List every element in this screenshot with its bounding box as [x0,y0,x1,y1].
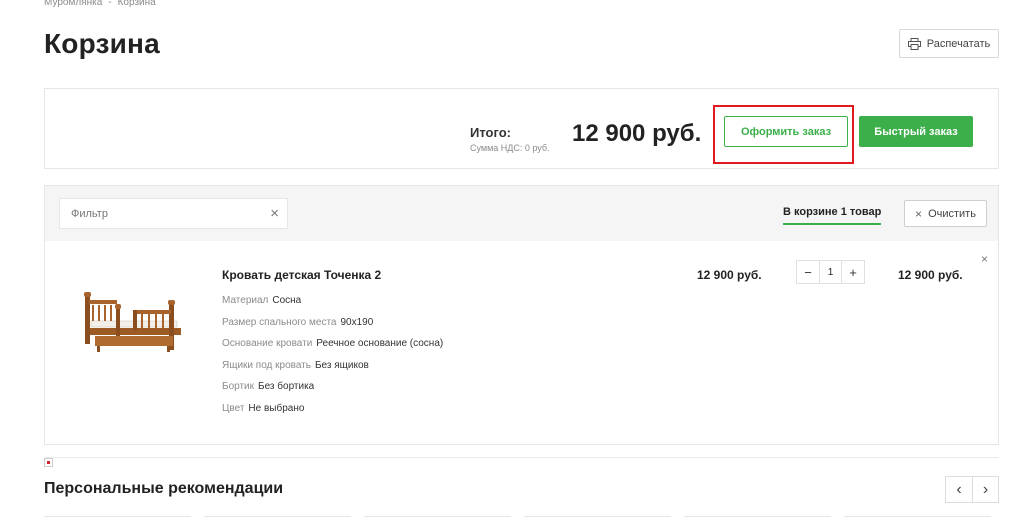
total-label: Итого: [470,125,511,140]
property-key: Основание кровати [222,338,313,349]
filter-field: × [59,198,288,229]
property-row: Основание кровати Реечное основание (сосн… [222,337,443,359]
property-value: Реечное основание (сосна) [316,338,444,349]
property-value: Сосна [272,295,302,306]
property-key: Материал [222,295,269,306]
product-name[interactable]: Кровать детская Точенка 2 [222,268,381,282]
recommendation-card[interactable] [524,516,671,520]
property-value: 90х190 [340,316,374,328]
property-row: Ящики под кровать Без ящиков [222,359,443,381]
broken-image-icon [44,458,53,467]
order-summary: Итого: Сумма НДС: 0 руб. 12 900 руб. Офо… [44,88,999,169]
basket-toolbar: × В корзине 1 товар × Очистить [45,186,998,241]
line-total-price: 12 900 руб. [898,268,963,282]
checkout-button[interactable]: Оформить заказ [724,116,848,147]
recommendation-card[interactable] [204,516,351,520]
fast-order-button[interactable]: Быстрый заказ [859,116,973,147]
property-key: Бортик [222,381,255,392]
tab-in-cart[interactable]: В корзине 1 товар [783,206,882,225]
total-price: 12 900 руб. [572,120,702,147]
quantity-stepper: − 1 + [796,260,865,284]
unit-price: 12 900 руб. [697,268,762,282]
breadcrumb: Муромлянка - Корзина [44,0,156,8]
close-icon: × [915,206,923,221]
print-label: Распечатать [926,37,991,50]
clear-cart-label: Очистить [928,207,976,220]
breadcrumb-item-cart[interactable]: Корзина [118,0,156,8]
property-value: Без ящиков [314,359,369,371]
recommendation-card[interactable] [844,516,991,520]
carousel-nav: ‹ › [945,476,999,503]
property-key: Ящики под кровать [222,359,311,371]
chevron-left-icon[interactable]: ‹ [946,477,972,502]
property-key: Цвет [222,402,245,414]
minus-icon[interactable]: − [797,261,819,283]
product-properties: Материал Сосна Размер спального места 90х1… [222,294,443,423]
recommendation-card[interactable] [684,516,831,520]
recommendations-title: Персональные рекомендации [44,480,284,497]
property-row: Размер спального места 90х190 [222,316,443,338]
breadcrumb-separator: - [108,0,112,8]
recommendation-card[interactable] [364,516,511,520]
product-image[interactable] [75,266,195,376]
property-row: Бортик Без бортика [222,380,443,402]
chevron-right-icon[interactable]: › [972,477,998,502]
vat-label: Сумма НДС: 0 руб. [470,143,550,153]
plus-icon[interactable]: + [842,261,864,283]
filter-input[interactable] [60,199,250,228]
property-row: Материал Сосна [222,294,443,316]
recommendation-card[interactable] [44,516,191,520]
page-title: Корзина [44,28,160,59]
quantity-value[interactable]: 1 [819,261,842,283]
printer-icon [907,37,921,50]
recommendation-cards [44,516,999,520]
breadcrumb-item-home[interactable]: Муромлянка [44,0,102,8]
divider [44,457,999,458]
basket: × В корзине 1 товар × Очистить [44,185,999,445]
remove-item-icon[interactable]: × [981,252,988,266]
property-value: Не выбрано [248,402,305,414]
print-button[interactable]: Распечатать [899,29,999,58]
property-row: Цвет Не выбрано [222,402,443,424]
filter-clear-icon[interactable]: × [270,205,279,222]
property-key: Размер спального места [222,316,337,328]
property-value: Без бортика [258,381,315,392]
clear-cart-button[interactable]: × Очистить [904,200,987,227]
